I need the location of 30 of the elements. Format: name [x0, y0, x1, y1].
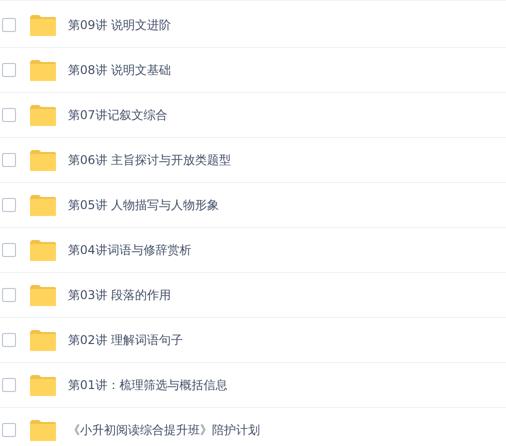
folder-name[interactable]: 《小升初阅读综合提升班》陪护计划 — [68, 422, 260, 438]
folder-name[interactable]: 第07讲记叙文综合 — [68, 106, 168, 124]
folder-icon — [30, 60, 56, 80]
folder-icon — [30, 240, 56, 260]
folder-icon — [30, 104, 56, 126]
folder-name[interactable]: 第03讲 段落的作用 — [68, 286, 172, 304]
folder-name[interactable]: 第08讲 说明文基础 — [68, 62, 172, 78]
folder-icon — [30, 150, 56, 170]
checkbox[interactable] — [2, 423, 16, 437]
folder-icon — [30, 14, 56, 36]
checkbox[interactable] — [2, 108, 16, 122]
folder-icon — [30, 420, 56, 440]
folder-icon — [30, 284, 56, 306]
checkbox[interactable] — [2, 153, 16, 167]
checkbox[interactable] — [2, 378, 16, 392]
folder-icon — [30, 374, 56, 396]
checkbox[interactable] — [2, 333, 16, 347]
folder-name[interactable]: 第01讲：梳理筛选与概括信息 — [68, 376, 228, 394]
checkbox[interactable] — [2, 288, 16, 302]
checkbox[interactable] — [2, 198, 16, 212]
folder-name[interactable]: 第02讲 理解词语句子 — [68, 332, 184, 348]
checkbox[interactable] — [2, 243, 16, 257]
checkbox[interactable] — [2, 63, 16, 77]
folder-name[interactable]: 第09讲 说明文进阶 — [68, 16, 172, 34]
folder-icon — [30, 194, 56, 216]
folder-name[interactable]: 第04讲词语与修辞赏析 — [68, 242, 192, 258]
folder-name[interactable]: 第06讲 主旨探讨与开放类题型 — [68, 152, 232, 168]
checkbox[interactable] — [2, 18, 16, 32]
folder-name[interactable]: 第05讲 人物描写与人物形象 — [68, 196, 220, 214]
folder-icon — [30, 330, 56, 350]
